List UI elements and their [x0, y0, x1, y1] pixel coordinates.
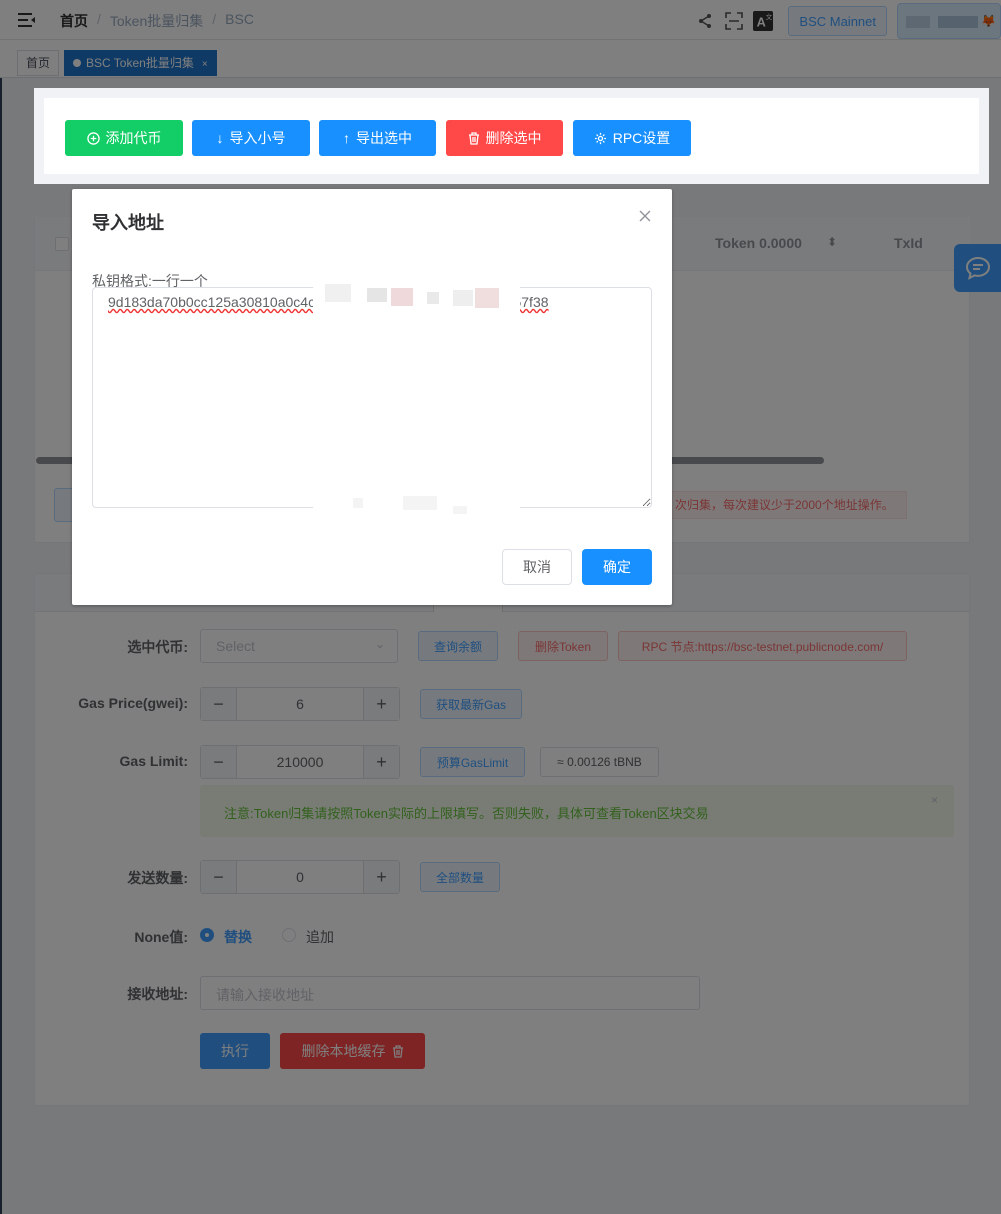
close-icon[interactable]	[638, 209, 652, 223]
add-token-button[interactable]: 添加代币	[65, 120, 183, 156]
arrow-up-icon: ↑	[343, 130, 350, 146]
plus-circle-icon	[86, 131, 100, 145]
redaction-blur	[313, 270, 520, 515]
arrow-down-icon: ↓	[216, 130, 224, 146]
dialog-title: 导入地址	[92, 213, 164, 233]
gear-icon	[594, 132, 606, 144]
export-selected-button[interactable]: ↑ 导出选中	[319, 120, 436, 156]
delete-selected-button[interactable]: 删除选中	[446, 120, 563, 156]
confirm-button[interactable]: 确定	[582, 549, 652, 585]
trash-icon	[468, 131, 479, 145]
cancel-button[interactable]: 取消	[502, 549, 572, 585]
rpc-settings-button[interactable]: RPC设置	[573, 120, 691, 156]
import-wallets-button[interactable]: ↓ 导入小号	[192, 120, 310, 156]
